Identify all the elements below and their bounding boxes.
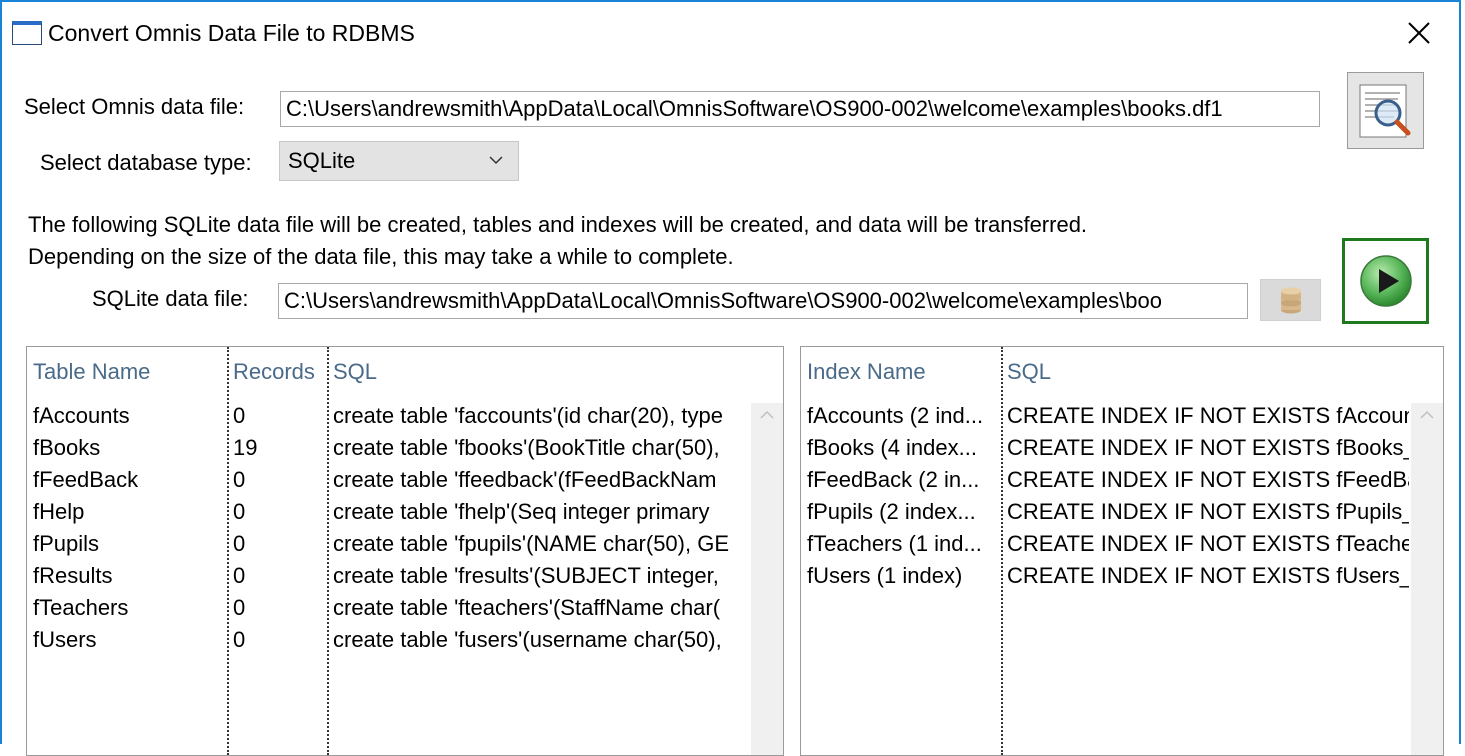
target-file-label: SQLite data file: [92, 286, 249, 311]
db-type-select[interactable]: SQLite [279, 141, 519, 181]
close-button[interactable] [1398, 14, 1440, 52]
index-row-sql[interactable]: CREATE INDEX IF NOT EXISTS fPupils_ [1007, 499, 1409, 525]
table-row-name[interactable]: fBooks [33, 435, 223, 461]
chevron-down-icon [489, 156, 503, 165]
table-row-name[interactable]: fHelp [33, 499, 223, 525]
table-row-records[interactable]: 0 [233, 403, 323, 429]
magnifier-document-icon [1359, 84, 1411, 138]
table-row-name[interactable]: fUsers [33, 627, 223, 653]
scroll-up-icon[interactable] [759, 409, 775, 421]
dialog-window: Convert Omnis Data File to RDBMS Select … [0, 0, 1461, 756]
index-row-name[interactable]: fBooks (4 index... [807, 435, 997, 461]
indexes-list[interactable]: Index Name SQL fAccounts (2 ind... CREAT… [800, 346, 1444, 756]
description-line-2: Depending on the size of the data file, … [28, 244, 734, 269]
table-row-sql[interactable]: create table 'fhelp'(Seq integer primary [333, 499, 749, 525]
table-row-records[interactable]: 0 [233, 563, 323, 589]
db-type-value: SQLite [288, 148, 356, 173]
table-row-sql[interactable]: create table 'ffeedback'(fFeedBackNam [333, 467, 749, 493]
table-row-records[interactable]: 19 [233, 435, 323, 461]
db-type-label: Select database type: [40, 150, 252, 175]
table-row-name[interactable]: fAccounts [33, 403, 223, 429]
index-row-sql[interactable]: CREATE INDEX IF NOT EXISTS fFeedBa [1007, 467, 1409, 493]
table-row-records[interactable]: 0 [233, 595, 323, 621]
index-row-sql[interactable]: CREATE INDEX IF NOT EXISTS fTeache [1007, 531, 1409, 557]
close-icon [1408, 22, 1430, 44]
description-line-1: The following SQLite data file will be c… [28, 212, 1088, 237]
table-row-name[interactable]: fTeachers [33, 595, 223, 621]
data-file-label: Select Omnis data file: [24, 94, 245, 119]
select-target-file-button[interactable] [1260, 279, 1321, 321]
table-row-sql[interactable]: create table 'fpupils'(NAME char(50), GE [333, 531, 749, 557]
column-header-table-name[interactable]: Table Name [33, 359, 150, 385]
table-row-sql[interactable]: create table 'fusers'(username char(50), [333, 627, 749, 653]
table-row-sql[interactable]: create table 'fbooks'(BookTitle char(50)… [333, 435, 749, 461]
browse-data-file-button[interactable] [1347, 72, 1424, 149]
table-row-name[interactable]: fResults [33, 563, 223, 589]
index-row-name[interactable]: fPupils (2 index... [807, 499, 997, 525]
index-row-name[interactable]: fTeachers (1 ind... [807, 531, 997, 557]
column-separator [1001, 347, 1003, 755]
play-icon [1359, 255, 1412, 307]
column-separator [227, 347, 229, 755]
target-file-input[interactable]: C:\Users\andrewsmith\AppData\Local\Omnis… [278, 283, 1248, 319]
column-separator [327, 347, 329, 755]
window-title: Convert Omnis Data File to RDBMS [48, 20, 415, 46]
index-row-name[interactable]: fUsers (1 index) [807, 563, 997, 589]
indexes-scrollbar[interactable] [1411, 403, 1443, 755]
column-header-index-name[interactable]: Index Name [807, 359, 926, 385]
index-row-name[interactable]: fAccounts (2 ind... [807, 403, 997, 429]
table-row-name[interactable]: fPupils [33, 531, 223, 557]
data-file-input[interactable]: C:\Users\andrewsmith\AppData\Local\Omnis… [280, 91, 1320, 127]
tables-scrollbar[interactable] [751, 403, 783, 755]
table-row-records[interactable]: 0 [233, 467, 323, 493]
table-row-name[interactable]: fFeedBack [33, 467, 223, 493]
table-row-records[interactable]: 0 [233, 627, 323, 653]
tables-list[interactable]: Table Name Records SQL fAccounts 0 creat… [26, 346, 784, 756]
table-row-sql[interactable]: create table 'fteachers'(StaffName char( [333, 595, 749, 621]
table-row-records[interactable]: 0 [233, 499, 323, 525]
scroll-up-icon[interactable] [1419, 409, 1435, 421]
column-header-index-sql[interactable]: SQL [1007, 359, 1051, 385]
column-header-records[interactable]: Records [233, 359, 315, 385]
run-conversion-button[interactable] [1342, 238, 1429, 324]
table-row-sql[interactable]: create table 'fresults'(SUBJECT integer, [333, 563, 749, 589]
database-icon [1280, 287, 1301, 314]
column-header-sql[interactable]: SQL [333, 359, 377, 385]
index-row-name[interactable]: fFeedBack (2 in... [807, 467, 997, 493]
index-row-sql[interactable]: CREATE INDEX IF NOT EXISTS fUsers_ [1007, 563, 1409, 589]
table-row-sql[interactable]: create table 'faccounts'(id char(20), ty… [333, 403, 749, 429]
index-row-sql[interactable]: CREATE INDEX IF NOT EXISTS fAccoun [1007, 403, 1409, 429]
window-app-icon [12, 21, 42, 45]
index-row-sql[interactable]: CREATE INDEX IF NOT EXISTS fBooks_ [1007, 435, 1409, 461]
table-row-records[interactable]: 0 [233, 531, 323, 557]
title-bar[interactable]: Convert Omnis Data File to RDBMS [2, 2, 1459, 64]
